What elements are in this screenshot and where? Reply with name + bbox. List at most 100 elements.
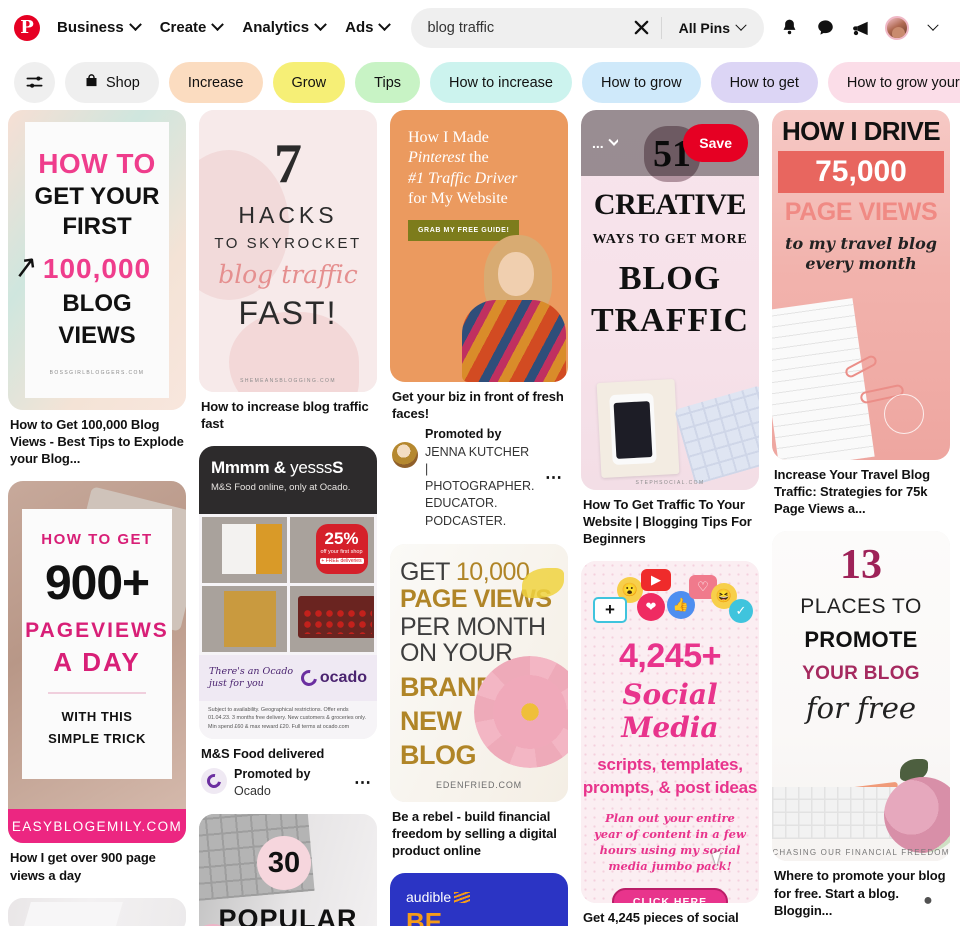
add-plus-icon: + xyxy=(593,597,627,624)
pin-card[interactable]: 7 HACKS TO SKYROCKET blog traffic FAST! … xyxy=(199,110,377,432)
art-line: prompts, & post ideas xyxy=(582,777,758,797)
art-line: Mmmm & yesssS xyxy=(211,458,344,478)
pin-card[interactable]: audible BE INSPIRED xyxy=(390,873,568,926)
shopping-bag-icon xyxy=(84,73,99,92)
chip-shop[interactable]: Shop xyxy=(65,62,159,103)
nav-ads[interactable]: Ads xyxy=(335,11,399,44)
chip-how-to-increase[interactable]: How to increase xyxy=(430,62,572,103)
art-line: TRAFFIC xyxy=(590,302,750,339)
pin-image[interactable]: GET 10,000 PAGE VIEWS PER MONTH ON YOUR … xyxy=(390,543,568,802)
pin-card[interactable]: 30 POPULAR xyxy=(199,814,377,926)
all-pins-filter[interactable]: All Pins xyxy=(666,13,758,43)
art-script-line: for free xyxy=(805,691,917,726)
chip-increase[interactable]: Increase xyxy=(168,62,263,103)
pin-image[interactable] xyxy=(8,897,186,926)
chip-how-to-grow-label: How to grow xyxy=(600,74,682,91)
art-footer-watermark: EASYBLOGEMILY.COM xyxy=(8,809,186,844)
pin-artwork: HOW TO GET 900+ PAGEVIEWS A DAY WITH THI… xyxy=(8,481,186,844)
pin-title[interactable]: Increase Your Travel Blog Traffic: Strat… xyxy=(772,466,950,517)
art-line: PER MONTH xyxy=(400,612,546,641)
pin-image[interactable]: audible BE INSPIRED xyxy=(390,873,568,926)
pin-card[interactable] xyxy=(8,897,186,926)
art-line: scripts, templates, xyxy=(597,755,743,775)
save-button[interactable]: Save xyxy=(683,124,748,162)
close-icon[interactable] xyxy=(627,13,657,43)
pin-results-grid[interactable]: HOW TO GET YOUR FIRST 100,000 BLOG VIEWS… xyxy=(0,110,960,926)
chip-how-to-get[interactable]: How to get xyxy=(710,62,818,103)
pin-title[interactable]: Be a rebel - build financial freedom by … xyxy=(390,808,568,859)
pin-title[interactable]: M&S Food delivered xyxy=(199,745,377,762)
advertiser-avatar[interactable] xyxy=(201,767,227,794)
chip-how-to-increase-label: How to increase xyxy=(449,74,553,91)
art-watermark: BOSSGIRLBLOGGERS.COM xyxy=(49,370,145,376)
pin-card[interactable]: HOW I DRIVE 75,000 PAGE VIEWS to my trav… xyxy=(772,110,950,517)
pin-image[interactable]: HOW TO GET 900+ PAGEVIEWS A DAY WITH THI… xyxy=(8,481,186,844)
pin-title[interactable]: Get 4,245 pieces of social media content… xyxy=(581,909,759,926)
nav-analytics[interactable]: Analytics xyxy=(232,11,335,44)
audible-brand-logo-icon: audible xyxy=(390,873,568,905)
messages-chat-icon[interactable] xyxy=(808,11,842,45)
chip-how-to-grow-your[interactable]: How to grow your xyxy=(827,62,960,103)
filter-sliders-icon[interactable] xyxy=(14,62,55,103)
advertiser-avatar[interactable] xyxy=(392,442,418,469)
pin-card[interactable]: HOW TO GET 900+ PAGEVIEWS A DAY WITH THI… xyxy=(8,481,186,883)
pin-image[interactable]: 13 PLACES TO PROMOTE YOUR BLOG for free … xyxy=(772,531,950,862)
trend-arrow-icon: ↗ xyxy=(10,249,41,286)
pin-card[interactable]: HOW TO GET YOUR FIRST 100,000 BLOG VIEWS… xyxy=(8,110,186,467)
pin-image[interactable]: 30 POPULAR xyxy=(199,814,377,926)
art-line: FAST! xyxy=(238,295,338,331)
pinterest-logo-icon[interactable]: P xyxy=(14,14,40,41)
promoted-label: Promoted by xyxy=(234,766,311,781)
pin-image[interactable]: HOW TO GET YOUR FIRST 100,000 BLOG VIEWS… xyxy=(8,110,186,410)
pin-save-hover-affordance[interactable]: ● xyxy=(908,882,948,919)
pin-image[interactable]: How I Made Pinterest the #1 Traffic Driv… xyxy=(390,110,568,382)
chip-tips[interactable]: Tips xyxy=(355,62,421,103)
pin-title[interactable]: Get your biz in front of fresh faces! xyxy=(390,388,568,422)
notifications-bell-icon[interactable] xyxy=(772,11,806,45)
promoted-by-row: Promoted by Ocado ⋯ xyxy=(199,766,377,801)
more-options-icon[interactable]: ⋯ xyxy=(351,773,375,793)
pin-image[interactable]: ... Save 51 CREATIVE WAYS TO GET MORE BL… xyxy=(581,110,759,490)
art-line: 75,000 xyxy=(815,155,907,188)
pin-card[interactable]: 13 PLACES TO PROMOTE YOUR BLOG for free … xyxy=(772,531,950,919)
chevron-down-icon xyxy=(314,18,327,32)
pin-title[interactable]: How I get over 900 page views a day xyxy=(8,849,186,883)
chevron-down-icon xyxy=(211,18,225,32)
board-selector[interactable]: ... xyxy=(592,135,618,151)
pin-image[interactable]: HOW I DRIVE 75,000 PAGE VIEWS to my trav… xyxy=(772,110,950,460)
advertiser-name[interactable]: JENNA KUTCHER | PHOTOGRAPHER. EDUCATOR. … xyxy=(425,444,535,530)
pin-card[interactable]: 😮 ▶ ❤ 👍 ♡ 😆 ✓ + 4,245+ Social Media scri… xyxy=(581,561,759,926)
chip-grow-label: Grow xyxy=(291,74,327,91)
nav-create-label: Create xyxy=(159,19,207,36)
pin-title[interactable]: How To Get Traffic To Your Website | Blo… xyxy=(581,496,759,547)
pin-card-promoted[interactable]: Mmmm & yesssS M&S Food online, only at O… xyxy=(199,446,377,800)
pin-title[interactable]: How to Get 100,000 Blog Views - Best Tip… xyxy=(8,416,186,467)
chevron-down-icon xyxy=(608,135,618,146)
search-bar[interactable]: All Pins xyxy=(411,7,764,48)
user-avatar[interactable] xyxy=(880,11,914,45)
pin-title[interactable]: How to increase blog traffic fast xyxy=(199,398,377,432)
art-watermark: STEPHSOCIAL.COM xyxy=(635,480,705,486)
advertiser-name[interactable]: Ocado xyxy=(234,783,344,800)
announcement-megaphone-icon[interactable] xyxy=(844,11,878,45)
chip-how-to-grow[interactable]: How to grow xyxy=(581,62,701,103)
art-line: every month xyxy=(805,254,917,273)
pin-image[interactable]: 😮 ▶ ❤ 👍 ♡ 😆 ✓ + 4,245+ Social Media scri… xyxy=(581,561,759,904)
header-icon-group xyxy=(772,11,950,45)
search-input[interactable] xyxy=(427,19,627,36)
pin-card-promoted[interactable]: How I Made Pinterest the #1 Traffic Driv… xyxy=(390,110,568,530)
art-watermark: CHASING OUR FINANCIAL FREEDOM xyxy=(772,848,950,858)
pin-image[interactable]: Mmmm & yesssS M&S Food online, only at O… xyxy=(199,446,377,739)
art-discount: 25% xyxy=(324,529,359,549)
chip-grow[interactable]: Grow xyxy=(272,62,346,103)
nav-create[interactable]: Create xyxy=(150,11,233,44)
nav-business[interactable]: Business xyxy=(47,11,150,44)
more-options-icon[interactable]: ⋯ xyxy=(542,468,566,488)
youtube-icon: ▶ xyxy=(641,569,671,592)
art-line: HOW I DRIVE xyxy=(781,116,941,146)
pin-artwork: GET 10,000 PAGE VIEWS PER MONTH ON YOUR … xyxy=(390,543,568,802)
pin-image[interactable]: 7 HACKS TO SKYROCKET blog traffic FAST! … xyxy=(199,110,377,392)
account-menu-chevron-down-icon[interactable] xyxy=(916,11,950,45)
pin-card[interactable]: GET 10,000 PAGE VIEWS PER MONTH ON YOUR … xyxy=(390,543,568,859)
pin-card-hovered[interactable]: ... Save 51 CREATIVE WAYS TO GET MORE BL… xyxy=(581,110,759,547)
